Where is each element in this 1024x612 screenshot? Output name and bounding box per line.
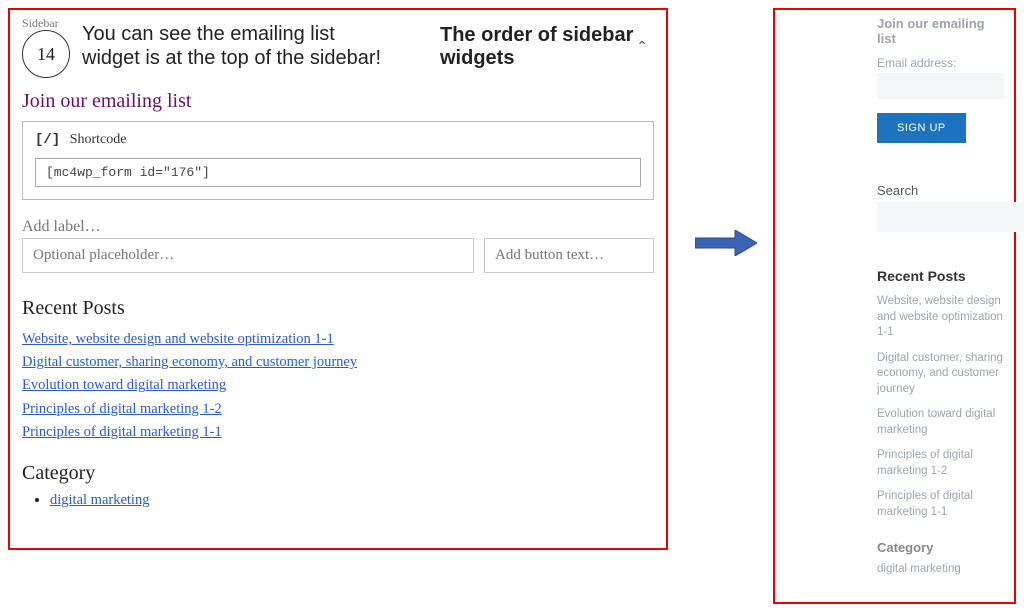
shortcode-label: Shortcode [70,132,127,147]
list-item[interactable]: Website, website design and website opti… [877,294,1004,341]
post-link[interactable]: Website, website design and website opti… [22,331,334,347]
shortcode-label-row: [/] Shortcode [35,132,641,148]
placeholder-row [22,238,654,273]
search-heading: Search [877,183,1004,198]
list-item[interactable]: Digital customer, sharing economy, and c… [877,351,1004,398]
list-item: Principles of digital marketing 1-1 [22,421,654,444]
email-widget-title: Join our emailing list [22,90,654,113]
recent-posts-list: Website, website design and website opti… [877,294,1004,520]
email-widget-heading: Join our emailing list [877,16,1004,46]
step-number: 14 [37,44,55,65]
list-item: Digital customer, sharing economy, and c… [22,351,654,374]
search-input[interactable] [877,202,1024,232]
search-row: SEARCH [877,202,1004,232]
placeholder-input[interactable] [22,238,474,273]
email-field-label: Email address: [877,56,1004,70]
category-link[interactable]: digital marketing [50,492,149,508]
recent-posts-list: Website, website design and website opti… [22,328,654,444]
post-link[interactable]: Digital customer, sharing economy, and c… [22,354,357,370]
annotation-note-top: You can see the emailing list widget is … [82,22,382,70]
signup-button[interactable]: SIGN UP [877,113,966,143]
list-item: Evolution toward digital marketing [22,374,654,397]
step-number-badge: 14 [22,30,70,78]
email-input[interactable] [877,73,1004,99]
recent-posts-title: Recent Posts [22,297,654,320]
add-label-heading[interactable]: Add label… [22,218,654,236]
list-item[interactable]: Principles of digital marketing 1-2 [877,448,1004,479]
list-item[interactable]: Principles of digital marketing 1-1 [877,489,1004,520]
shortcode-widget-box: [/] Shortcode [22,121,654,200]
post-link[interactable]: Principles of digital marketing 1-1 [22,424,222,440]
annotation-note-right: The order of sidebar widgets [440,24,640,70]
collapse-chevron-icon[interactable]: ⌃ [636,38,648,55]
sidebar-section-label: Sidebar [22,16,59,31]
category-item[interactable]: digital marketing [877,563,1004,575]
list-item: digital marketing [50,491,654,509]
shortcode-icon: [/] [35,132,60,148]
recent-posts-heading: Recent Posts [877,268,1004,284]
category-heading: Category [877,540,1004,555]
arrow-icon [695,230,757,256]
list-item: Website, website design and website opti… [22,328,654,351]
post-link[interactable]: Principles of digital marketing 1-2 [22,401,222,417]
frontend-sidebar-preview: Join our emailing list Email address: SI… [773,8,1016,604]
category-title: Category [22,462,654,485]
category-list: digital marketing [22,491,654,509]
list-item[interactable]: Evolution toward digital marketing [877,407,1004,438]
sidebar-header: Sidebar 14 You can see the emailing list… [22,14,654,82]
button-text-input[interactable] [484,238,654,273]
admin-sidebar-editor-panel: Sidebar 14 You can see the emailing list… [8,8,668,550]
shortcode-input[interactable] [35,158,641,187]
post-link[interactable]: Evolution toward digital marketing [22,377,226,393]
list-item: Principles of digital marketing 1-2 [22,398,654,421]
